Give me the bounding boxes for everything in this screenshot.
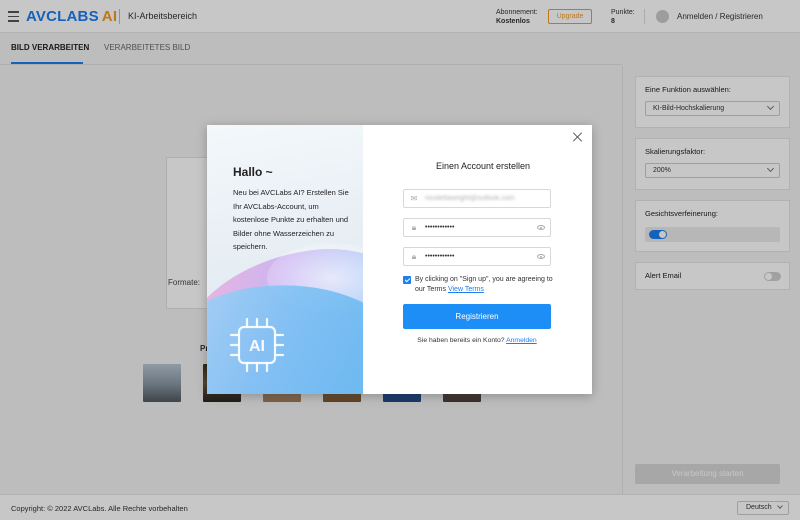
view-terms-link[interactable]: View Terms <box>448 286 484 293</box>
register-button[interactable]: Registrieren <box>403 304 551 329</box>
modal-promo-panel: Hallo ~ Neu bei AVCLabs AI? Erstellen Si… <box>207 125 363 394</box>
have-account-row: Sie haben bereits ein Konto? Anmelden <box>403 337 551 344</box>
lock-icon: 🔒︎ <box>411 223 417 232</box>
email-field[interactable]: ✉ nicolettawright@outlook.com <box>403 189 551 208</box>
ai-chip-icon: AI <box>229 317 285 373</box>
email-value: nicolettawright@outlook.com <box>425 195 515 202</box>
login-link[interactable]: Anmelden <box>506 337 537 344</box>
ai-chip-label: AI <box>249 338 265 355</box>
mail-icon: ✉ <box>410 194 418 203</box>
confirm-password-field[interactable]: 🔒︎ •••••••••••• <box>403 247 551 266</box>
terms-checkbox[interactable] <box>403 276 411 284</box>
greeting-title: Hallo ~ <box>233 165 273 179</box>
password-value: •••••••••••• <box>425 224 455 231</box>
show-password-icon[interactable] <box>537 225 545 230</box>
signup-modal: Hallo ~ Neu bei AVCLabs AI? Erstellen Si… <box>207 125 592 394</box>
password-field[interactable]: 🔒︎ •••••••••••• <box>403 218 551 237</box>
signup-title: Einen Account erstellen <box>435 161 531 171</box>
confirm-password-value: •••••••••••• <box>425 253 455 260</box>
lock-icon: 🔒︎ <box>411 252 417 261</box>
show-password-icon[interactable] <box>537 254 545 259</box>
have-account-text: Sie haben bereits ein Konto? <box>417 337 505 344</box>
greeting-text: Neu bei AVCLabs AI? Erstellen Sie Ihr AV… <box>233 188 349 251</box>
terms-text: By clicking on "Sign up", you are agreei… <box>415 275 555 295</box>
close-icon[interactable] <box>573 132 583 142</box>
